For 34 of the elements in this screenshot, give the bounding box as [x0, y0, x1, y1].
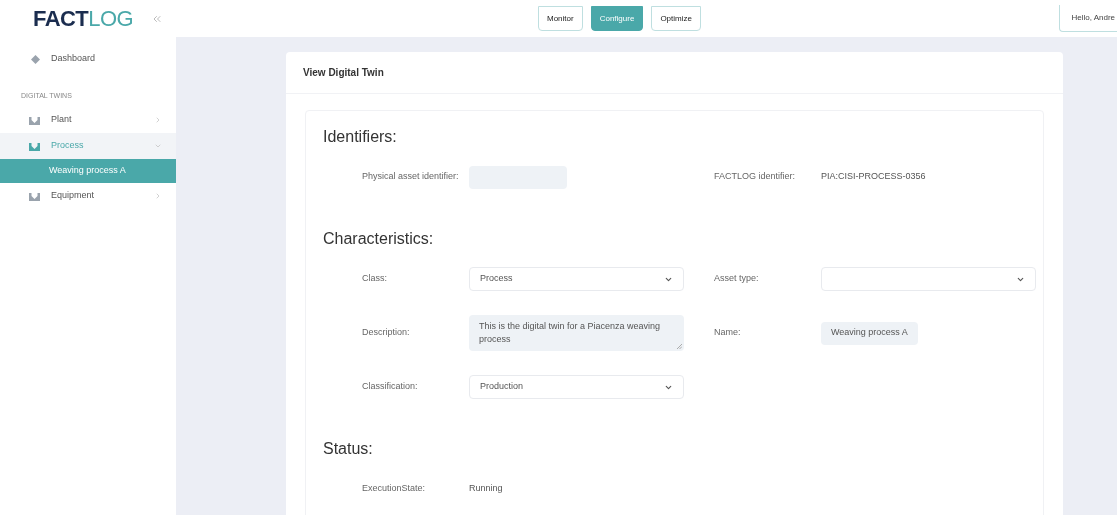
- user-menu-button[interactable]: Hello, Andre: [1059, 5, 1117, 32]
- resize-grip-icon: [677, 344, 682, 349]
- chart-icon: [29, 115, 40, 125]
- field-label: ExecutionState:: [362, 482, 427, 496]
- sidebar-item[interactable]: Equipment: [0, 183, 176, 209]
- text-area[interactable]: This is the digital twin for a Piacenza weaving process: [469, 315, 684, 351]
- field-label: Class:: [362, 272, 388, 286]
- field-label: Asset type:: [714, 272, 760, 286]
- field-value: PIA:CISI-PROCESS-0356: [821, 170, 926, 184]
- nav-tab[interactable]: Monitor: [538, 6, 583, 31]
- logo: FACTLOG: [33, 5, 134, 33]
- field-value: Running: [469, 482, 503, 496]
- sidebar-item[interactable]: Plant: [0, 107, 176, 133]
- section-title: Characteristics:: [323, 229, 435, 249]
- input-field[interactable]: Weaving process A: [821, 321, 918, 345]
- select-field[interactable]: [821, 267, 1036, 291]
- field-label: Physical asset identifier:: [362, 170, 460, 184]
- chevron-right-icon: [154, 116, 162, 124]
- field-label: Description:: [362, 326, 411, 340]
- nav-tab[interactable]: Optimize: [651, 6, 701, 31]
- section-title: Identifiers:: [323, 127, 398, 147]
- select-field[interactable]: Production: [469, 375, 684, 399]
- chevron-right-icon: [154, 192, 162, 200]
- select-field[interactable]: Process: [469, 267, 684, 291]
- sidebar-item[interactable]: Dashboard: [0, 47, 176, 71]
- card-title: View Digital Twin: [303, 66, 384, 80]
- field-label: Classification:: [362, 380, 419, 394]
- chart-icon: [29, 191, 40, 201]
- section-title: Status:: [323, 439, 374, 459]
- diamond-icon: [31, 54, 40, 64]
- chevron-down-icon: [154, 142, 162, 150]
- field-label: FACTLOG identifier:: [714, 170, 797, 184]
- field-label: Name:: [714, 326, 742, 340]
- chart-icon: [29, 141, 40, 151]
